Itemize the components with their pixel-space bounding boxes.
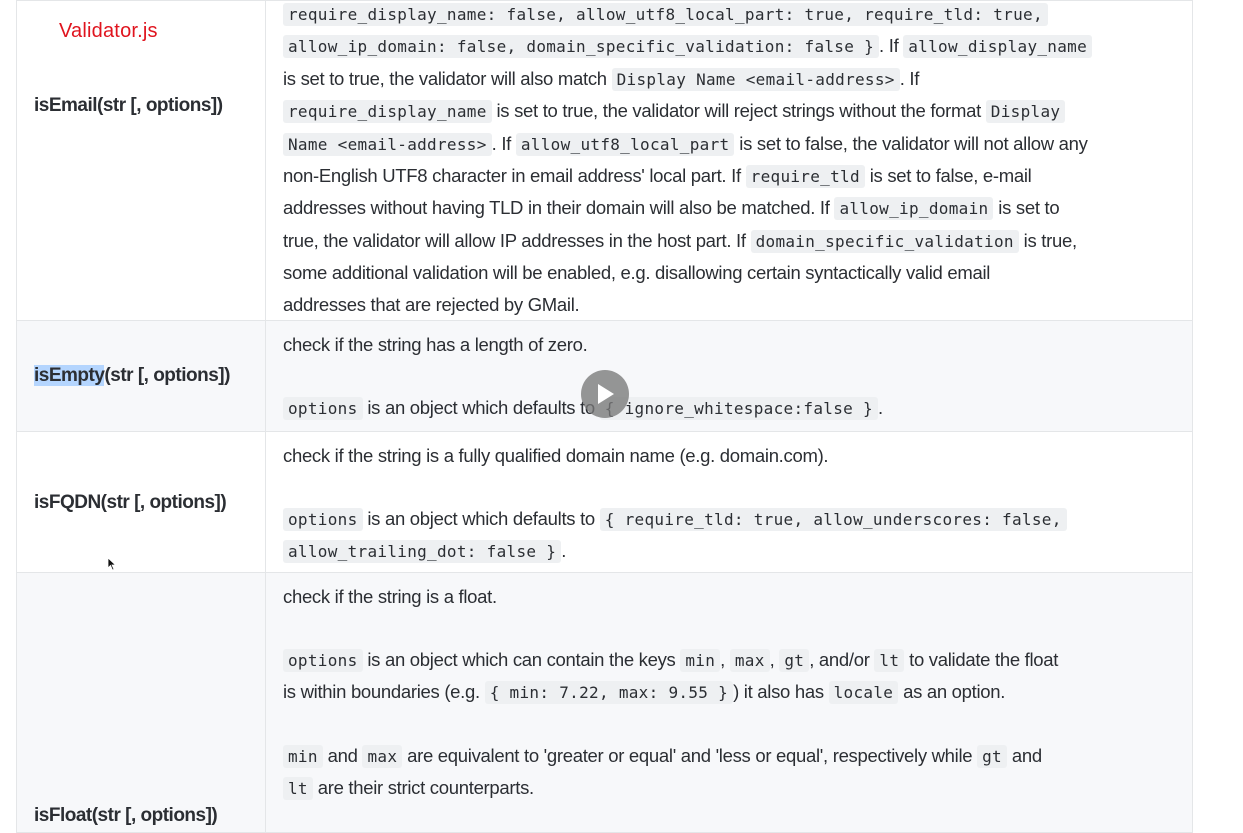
code-snippet: allow_ip_domain [834,197,994,221]
code-snippet: options [283,396,363,420]
description-text: check if the string has a length of zero… [283,334,588,356]
description-text: check if the string is a float. [283,586,497,608]
code-snippet: require_tld [745,165,865,189]
code-snippet: min [283,745,323,769]
code-snippet: allow_display_name [903,35,1093,59]
code-snippet: allow_trailing_dot: false } [283,540,562,564]
description-text: require_display_name: false, allow_utf8_… [283,0,1174,320]
code-snippet: Name <email-address> [283,132,492,156]
code-snippet: lt [283,777,313,801]
mouse-pointer-icon [107,557,117,571]
code-snippet: domain_specific_validation [750,229,1019,253]
options-text: options is an object which can contain t… [283,648,1059,705]
code-snippet: allow_ip_domain: false, domain_specific_… [283,35,880,59]
code-snippet: require_display_name: false, allow_utf8_… [283,3,1048,26]
code-snippet: { ignore_whitespace:false } [599,396,878,420]
code-snippet: max [729,648,770,672]
code-snippet: allow_utf8_local_part [515,132,735,156]
code-snippet: max [362,745,403,769]
code-snippet: options [283,648,363,672]
code-snippet: { min: 7.22, max: 9.55 } [484,681,734,705]
function-name-cell: isEmail(str [, options]) [16,0,266,322]
code-snippet: { require_tld: true, allow_underscores: … [599,507,1067,531]
code-snippet: lt [874,648,905,672]
code-snippet: locale [828,681,899,705]
function-name: isEmpty(str [, options]) [34,365,230,387]
play-button[interactable] [581,370,629,418]
function-description-cell: require_display_name: false, allow_utf8_… [265,0,1193,322]
table-row: isFQDN(str [, options]) check if the str… [16,431,1193,574]
code-snippet: Display Name <email-address> [611,67,900,91]
table-row: isEmail(str [, options]) require_display… [16,0,1193,322]
code-snippet: require_display_name [283,100,492,124]
function-name-cell: isEmpty(str [, options]) [16,320,266,433]
description-text: check if the string is a fully qualified… [283,445,829,467]
code-snippet: Display [985,100,1066,124]
code-snippet: min [680,648,721,672]
function-name: isEmail(str [, options]) [34,95,223,116]
play-icon [598,384,614,404]
function-name-cell: isFQDN(str [, options]) [16,431,266,574]
options-text: options is an object which defaults to {… [283,503,1174,568]
function-description-cell: check if the string is a fully qualified… [265,431,1193,574]
code-snippet: options [283,507,363,531]
selected-text: isEmpty [34,365,105,387]
options-note-text: min and max are equivalent to 'greater o… [283,740,1174,805]
function-name: isFloat(str [, options]) [34,805,218,827]
function-name-cell: isFloat(str [, options]) [16,572,266,833]
function-description-cell: check if the string has a length of zero… [265,320,1193,433]
function-description-cell: check if the string is a float. options … [265,572,1193,833]
app-title: Validator.js [59,20,158,43]
code-snippet: gt [977,745,1007,769]
options-text: options is an object which defaults to {… [283,392,1174,424]
table-row: isFloat(str [, options]) check if the st… [16,572,1193,833]
function-name: isFQDN(str [, options]) [34,492,227,514]
code-snippet: gt [779,648,810,672]
